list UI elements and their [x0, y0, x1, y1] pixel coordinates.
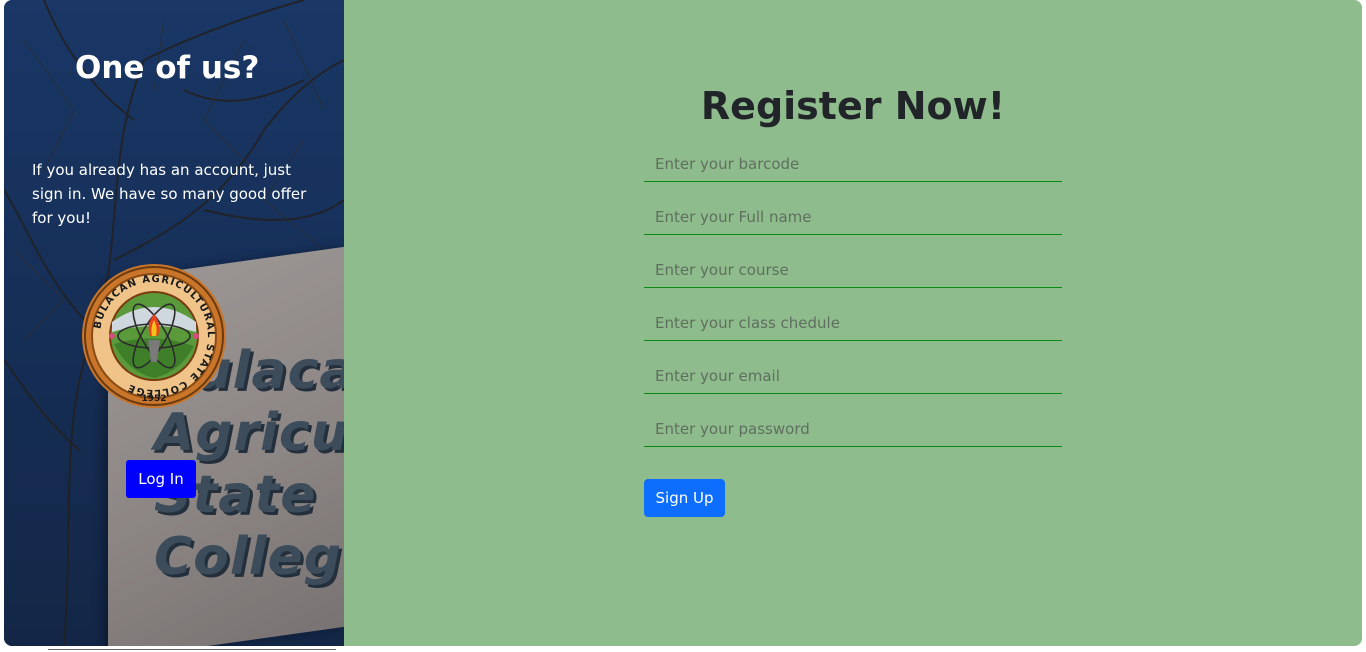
course-input[interactable] [644, 252, 1062, 288]
scrollbar-track [48, 649, 336, 650]
email-input[interactable] [644, 358, 1062, 394]
barcode-input[interactable] [644, 146, 1062, 182]
class-schedule-input[interactable] [644, 305, 1062, 341]
signup-button[interactable]: Sign Up [644, 479, 725, 517]
password-input[interactable] [644, 411, 1062, 447]
login-prompt-message: If you already has an account, just sign… [32, 161, 307, 227]
login-button[interactable]: Log In [126, 460, 196, 498]
register-panel: Register Now! Sign Up [344, 0, 1362, 646]
login-prompt-panel: Bulaca Agricu State Colleg One of us? If yo… [4, 0, 344, 646]
college-seal-logo: BULACAN AGRICULTURAL STATE COLLEGE 1952 [82, 264, 226, 408]
register-title: Register Now! [700, 84, 1006, 128]
page-frame: Bulaca Agricu State Colleg One of us? If yo… [4, 0, 1362, 646]
fullname-input[interactable] [644, 199, 1062, 235]
register-form [644, 146, 1062, 464]
login-prompt-title: One of us? [75, 50, 260, 86]
svg-text:1952: 1952 [141, 394, 166, 404]
